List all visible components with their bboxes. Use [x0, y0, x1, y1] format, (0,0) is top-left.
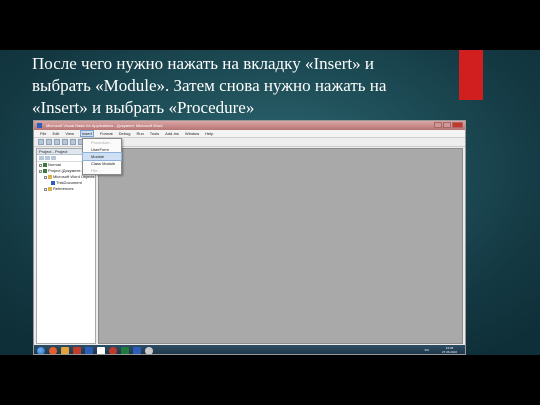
close-button[interactable] — [452, 122, 463, 128]
menu-edit[interactable]: Edit — [52, 130, 59, 137]
expand-icon[interactable] — [39, 163, 42, 167]
menu-format[interactable]: Format — [100, 130, 113, 137]
code-area — [98, 148, 463, 344]
menu-view[interactable]: View — [65, 130, 74, 137]
project-explorer: Project - Project Normal Project (Докуме… — [36, 148, 96, 344]
acrobat-icon[interactable] — [73, 346, 81, 354]
slide-title: После чего нужно нажать на вкладку «Inse… — [32, 54, 387, 117]
minimize-button[interactable] — [434, 122, 442, 128]
explorer-icon[interactable] — [61, 346, 69, 354]
vba-app-icon — [37, 123, 42, 128]
menu-insert[interactable]: Insert — [79, 130, 94, 137]
menu-run[interactable]: Run — [136, 130, 143, 137]
language-indicator[interactable]: RU — [425, 348, 429, 352]
opera-icon[interactable] — [109, 346, 117, 354]
vba-icon[interactable] — [145, 346, 153, 354]
maximize-button[interactable] — [443, 122, 451, 128]
menu-debug[interactable]: Debug — [119, 130, 131, 137]
insert-menu-dropdown: Procedure... UserForm Module Class Modul… — [82, 138, 122, 175]
menu-tools[interactable]: Tools — [150, 130, 159, 137]
menu-item-procedure[interactable]: Procedure... — [83, 139, 121, 146]
windows-taskbar: RU 13:45 27.06.2016 — [34, 345, 465, 354]
window-title: Microsoft Visual Basic for Applications … — [46, 123, 163, 128]
chrome-icon[interactable] — [49, 346, 57, 354]
window-titlebar: Microsoft Visual Basic for Applications … — [34, 121, 465, 130]
word-icon[interactable] — [85, 346, 93, 354]
expand-icon[interactable] — [39, 169, 42, 173]
menu-window[interactable]: Window — [185, 130, 199, 137]
menu-item-module[interactable]: Module — [82, 152, 122, 161]
menu-item-file[interactable]: File... — [83, 167, 121, 174]
expand-icon[interactable] — [44, 187, 47, 191]
word-document-icon[interactable] — [133, 346, 141, 354]
menu-file[interactable]: File — [40, 130, 46, 137]
document-icon — [51, 181, 55, 185]
excel-icon[interactable] — [121, 346, 129, 354]
top-letterbox — [0, 0, 540, 50]
view-object-icon[interactable] — [45, 156, 50, 160]
menu-item-class-module[interactable]: Class Module — [83, 160, 121, 167]
folder-icon — [48, 175, 52, 179]
save-icon[interactable] — [54, 139, 60, 145]
clock[interactable]: 13:45 27.06.2016 — [442, 346, 457, 354]
bottom-letterbox — [0, 355, 540, 405]
start-button[interactable] — [37, 346, 45, 354]
tree-node-label: References — [53, 186, 74, 191]
menu-help[interactable]: Help — [205, 130, 213, 137]
toggle-folders-icon[interactable] — [51, 156, 56, 160]
menu-item-userform[interactable]: UserForm — [83, 146, 121, 153]
copy-icon[interactable] — [70, 139, 76, 145]
tree-node[interactable]: References — [37, 186, 95, 192]
cut-icon[interactable] — [62, 139, 68, 145]
project-icon — [43, 163, 47, 167]
red-accent-bar — [459, 50, 483, 100]
word-icon[interactable] — [38, 139, 44, 145]
project-icon — [43, 169, 47, 173]
window-controls — [434, 122, 463, 128]
yandex-icon[interactable] — [97, 346, 105, 354]
clock-date: 27.06.2016 — [441, 350, 457, 354]
expand-icon[interactable] — [44, 175, 47, 179]
view-code-icon[interactable] — [39, 156, 44, 160]
insert-userform-icon[interactable] — [46, 139, 52, 145]
vbe-screenshot: Microsoft Visual Basic for Applications … — [33, 120, 466, 355]
menu-bar: File Edit View Insert Format Debug Run T… — [34, 130, 465, 138]
menu-addins[interactable]: Add-Ins — [165, 130, 179, 137]
folder-icon — [48, 187, 52, 191]
